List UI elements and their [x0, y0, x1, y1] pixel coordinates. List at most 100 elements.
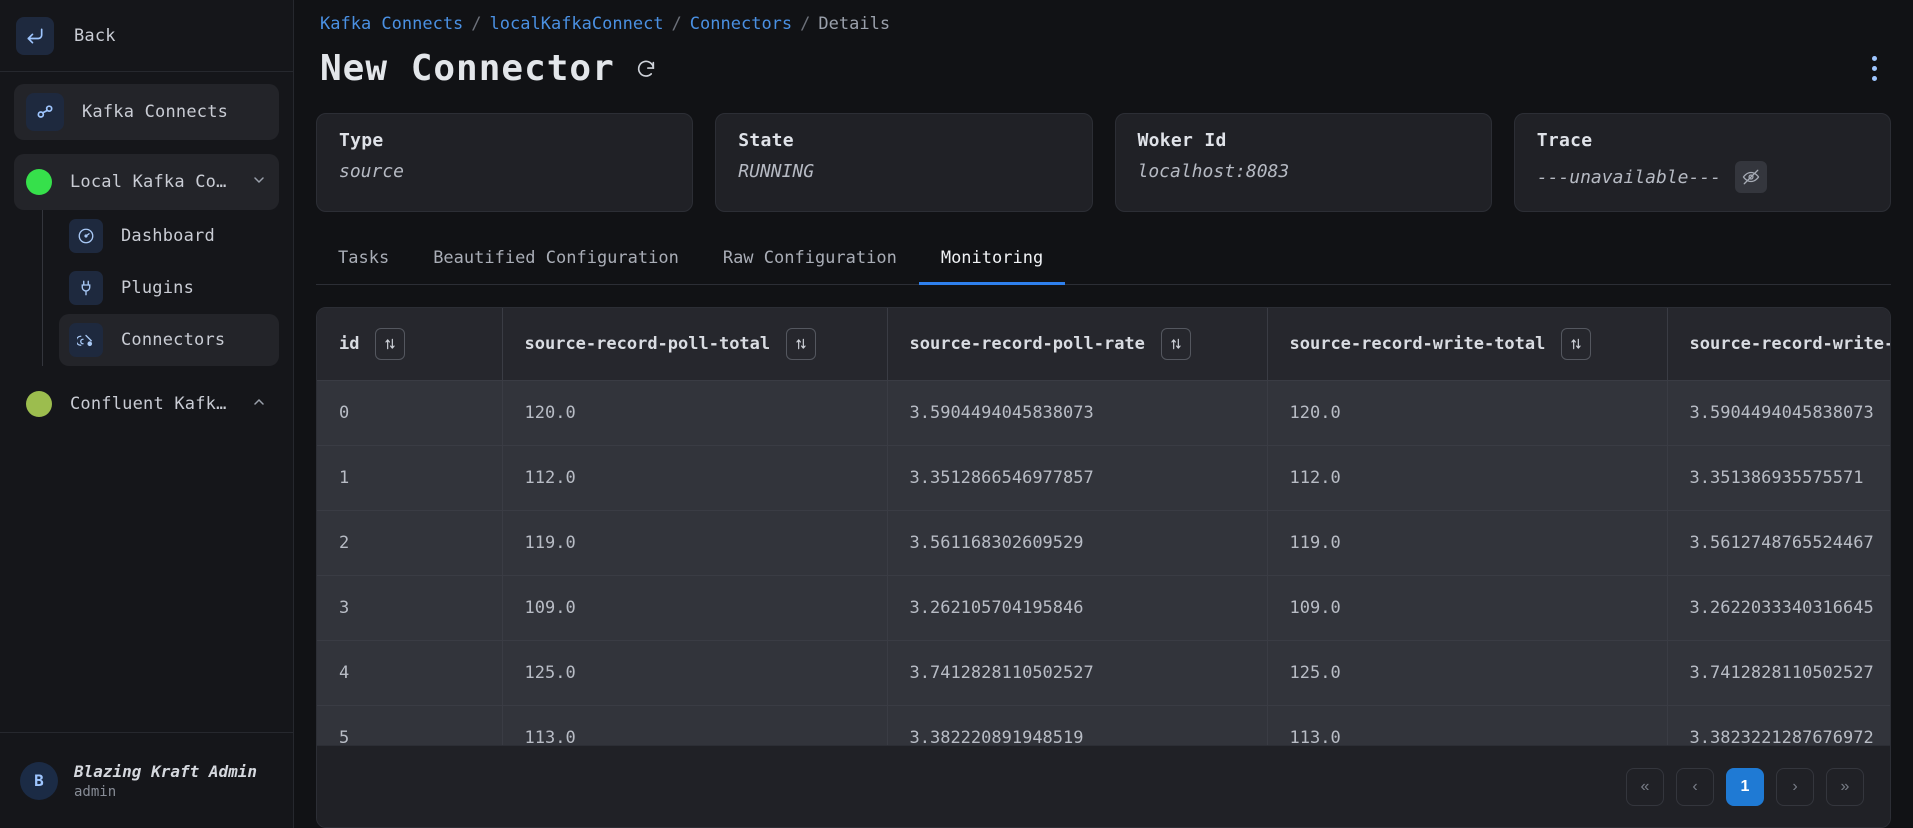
cell-id: 0 [317, 381, 502, 446]
card-label: Woker Id [1138, 130, 1469, 151]
monitoring-table-panel: id source-record-poll-total [316, 307, 1891, 828]
page-header: New Connector [316, 48, 1891, 89]
tab-tasks[interactable]: Tasks [316, 238, 411, 285]
cell-poll-rate: 3.5904494045838073 [887, 381, 1267, 446]
breadcrumb-item-local-kafka-connect[interactable]: localKafkaConnect [490, 14, 664, 34]
sidebar-cluster-label: Local Kafka Conne… [70, 172, 233, 192]
cell-poll-total: 113.0 [502, 706, 887, 746]
tab-monitoring[interactable]: Monitoring [919, 238, 1065, 285]
chevron-up-icon[interactable] [251, 394, 267, 414]
column-header-id[interactable]: id [317, 308, 502, 381]
sidebar-item-dashboard[interactable]: Dashboard [59, 210, 279, 262]
table-scroll-area[interactable]: id source-record-poll-total [317, 308, 1890, 745]
cell-write-rate: 3.3823221287676972 [1667, 706, 1890, 746]
back-label: Back [74, 26, 116, 46]
plug-icon [69, 271, 103, 305]
tab-bar: Tasks Beautified Configuration Raw Confi… [316, 238, 1891, 285]
pagination-next-button[interactable]: › [1776, 768, 1814, 806]
cell-poll-rate: 3.3512866546977857 [887, 446, 1267, 511]
cell-write-rate: 3.5904494045838073 [1667, 381, 1890, 446]
table-row[interactable]: 5 113.0 3.382220891948519 113.0 3.382322… [317, 706, 1890, 746]
status-dot-warning [26, 391, 52, 417]
cell-poll-total: 112.0 [502, 446, 887, 511]
table-row[interactable]: 4 125.0 3.7412828110502527 125.0 3.74128… [317, 641, 1890, 706]
sidebar-item-plugins[interactable]: Plugins [59, 262, 279, 314]
column-label: source-record-write-rate [1690, 334, 1891, 354]
user-profile[interactable]: B Blazing Kraft Admin admin [0, 732, 293, 828]
refresh-icon[interactable] [635, 58, 657, 80]
sidebar-cluster-local[interactable]: Local Kafka Conne… [14, 154, 279, 210]
arrow-back-icon [16, 17, 54, 55]
table-row[interactable]: 2 119.0 3.561168302609529 119.0 3.561274… [317, 511, 1890, 576]
cell-write-rate: 3.5612748765524467 [1667, 511, 1890, 576]
card-label: Trace [1537, 130, 1868, 151]
monitoring-table: id source-record-poll-total [317, 308, 1890, 745]
table-body: 0 120.0 3.5904494045838073 120.0 3.59044… [317, 381, 1890, 746]
page-title: New Connector [320, 48, 615, 89]
back-button[interactable]: Back [0, 0, 293, 72]
info-card-trace: Trace ---unavailable--- [1514, 113, 1891, 212]
connector-icon [69, 323, 103, 357]
breadcrumb-separator: / [672, 14, 682, 34]
sidebar-item-connectors[interactable]: Connectors [59, 314, 279, 366]
status-dot-online [26, 169, 52, 195]
pagination-first-button[interactable]: « [1626, 768, 1664, 806]
cell-poll-total: 119.0 [502, 511, 887, 576]
info-card-state: State RUNNING [715, 113, 1092, 212]
column-header-source-record-write-rate[interactable]: source-record-write-rate [1667, 308, 1890, 381]
cell-id: 2 [317, 511, 502, 576]
card-value-row: ---unavailable--- [1537, 161, 1868, 193]
cell-write-total: 120.0 [1267, 381, 1667, 446]
cell-write-total: 109.0 [1267, 576, 1667, 641]
column-header-source-record-poll-rate[interactable]: source-record-poll-rate [887, 308, 1267, 381]
sort-updown-icon[interactable] [786, 328, 816, 360]
table-header-row: id source-record-poll-total [317, 308, 1890, 381]
table-head: id source-record-poll-total [317, 308, 1890, 381]
sidebar-item-label: Connectors [121, 330, 225, 350]
cell-write-total: 125.0 [1267, 641, 1667, 706]
sidebar: Back Kafka Connects Local Kafka Conne… [0, 0, 294, 828]
table-row[interactable]: 1 112.0 3.3512866546977857 112.0 3.35138… [317, 446, 1890, 511]
sort-updown-icon[interactable] [375, 328, 405, 360]
sort-updown-icon[interactable] [1561, 328, 1591, 360]
column-label: id [339, 334, 359, 354]
breadcrumb-item-kafka-connects[interactable]: Kafka Connects [320, 14, 463, 34]
kebab-menu-icon[interactable] [1858, 50, 1891, 87]
user-role: admin [74, 784, 257, 800]
info-cards: Type source State RUNNING Woker Id local… [316, 113, 1891, 212]
sidebar-item-label: Kafka Connects [82, 102, 228, 122]
cell-poll-total: 120.0 [502, 381, 887, 446]
eye-off-icon[interactable] [1735, 161, 1767, 193]
cell-poll-rate: 3.7412828110502527 [887, 641, 1267, 706]
table-row[interactable]: 0 120.0 3.5904494045838073 120.0 3.59044… [317, 381, 1890, 446]
pagination-prev-button[interactable]: ‹ [1676, 768, 1714, 806]
pagination-last-button[interactable]: » [1826, 768, 1864, 806]
card-label: State [738, 130, 1069, 151]
breadcrumb: Kafka Connects / localKafkaConnect / Con… [316, 14, 1891, 34]
table-row[interactable]: 3 109.0 3.262105704195846 109.0 3.262203… [317, 576, 1890, 641]
cell-write-rate: 3.2622033340316645 [1667, 576, 1890, 641]
tab-beautified-configuration[interactable]: Beautified Configuration [411, 238, 701, 285]
cell-poll-total: 109.0 [502, 576, 887, 641]
sort-updown-icon[interactable] [1161, 328, 1191, 360]
column-label: source-record-write-total [1290, 334, 1546, 354]
column-header-source-record-write-total[interactable]: source-record-write-total [1267, 308, 1667, 381]
column-label: source-record-poll-rate [910, 334, 1145, 354]
sidebar-sublist: Dashboard Plugins Connectors [42, 210, 279, 366]
card-value: source [339, 161, 670, 182]
tab-raw-configuration[interactable]: Raw Configuration [701, 238, 919, 285]
gauge-icon [69, 219, 103, 253]
cell-write-total: 113.0 [1267, 706, 1667, 746]
pagination-page-1-button[interactable]: 1 [1726, 768, 1764, 806]
breadcrumb-separator: / [471, 14, 481, 34]
card-label: Type [339, 130, 670, 151]
card-value: ---unavailable--- [1537, 167, 1721, 188]
breadcrumb-separator: / [800, 14, 810, 34]
chevron-down-icon[interactable] [251, 172, 267, 192]
sidebar-item-kafka-connects[interactable]: Kafka Connects [14, 84, 279, 140]
cell-id: 5 [317, 706, 502, 746]
breadcrumb-item-details: Details [818, 14, 890, 34]
breadcrumb-item-connectors[interactable]: Connectors [690, 14, 792, 34]
column-header-source-record-poll-total[interactable]: source-record-poll-total [502, 308, 887, 381]
sidebar-cluster-confluent[interactable]: Confluent Kafka C… [14, 376, 279, 432]
